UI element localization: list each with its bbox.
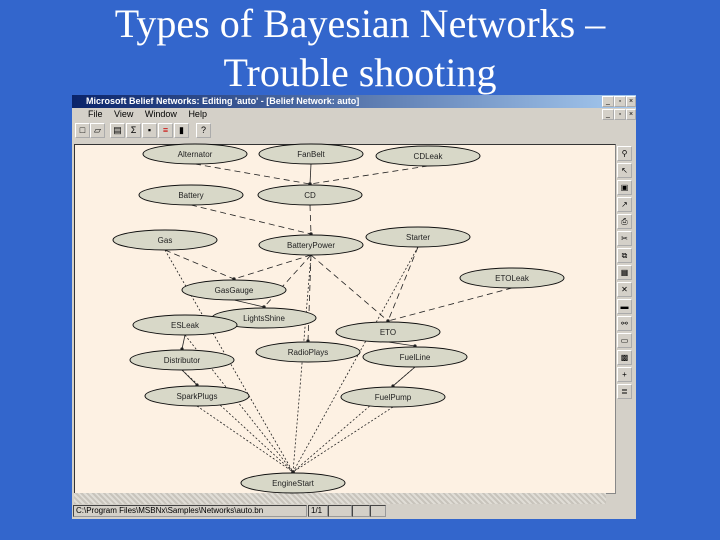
edge-BatteryPower-EngineStart — [292, 254, 312, 473]
node-EngineStart[interactable]: EngineStart — [240, 472, 346, 494]
edge-Distributor-SparkPlugs — [181, 369, 198, 386]
node-label: GasGauge — [215, 286, 254, 295]
edge-BatteryPower-LightsShine — [263, 254, 312, 308]
node-ETO[interactable]: ETO — [335, 321, 441, 343]
edge-SparkPlugs-EngineStart — [196, 405, 294, 473]
edge-FuelPump-EngineStart — [292, 406, 394, 473]
node-Distributor[interactable]: Distributor — [129, 349, 235, 371]
node-label: Battery — [178, 191, 203, 200]
node-ETOLeak[interactable]: ETOLeak — [459, 267, 565, 289]
node-label: LightsShine — [243, 314, 285, 323]
edge-ETO-FuelLine — [387, 341, 416, 347]
edge-BatteryPower-ETO — [310, 254, 389, 322]
edge-Battery-BatteryPower — [190, 204, 312, 235]
node-FuelLine[interactable]: FuelLine — [362, 346, 468, 368]
node-GasGauge[interactable]: GasGauge — [181, 279, 287, 301]
node-label: Alternator — [178, 150, 213, 159]
node-label: Distributor — [164, 356, 201, 365]
edge-Alternator-CD — [194, 163, 311, 185]
node-CDLeak[interactable]: CDLeak — [375, 145, 481, 167]
node-label: SparkPlugs — [177, 392, 218, 401]
node-label: ETO — [380, 328, 396, 337]
node-label: Gas — [158, 236, 173, 245]
node-ESLeak[interactable]: ESLeak — [132, 314, 238, 336]
edge-FanBelt-CD — [309, 163, 312, 185]
edge-Starter-ETO — [387, 246, 419, 322]
node-label: EngineStart — [272, 479, 315, 488]
node-label: Starter — [406, 233, 430, 242]
edge-ETOLeak-ETO — [387, 287, 513, 322]
node-FuelPump[interactable]: FuelPump — [340, 386, 446, 408]
node-Alternator[interactable]: Alternator — [142, 143, 248, 165]
edge-BatteryPower-RadioPlays — [307, 254, 312, 342]
node-Gas[interactable]: Gas — [112, 229, 218, 251]
node-label: FuelLine — [400, 353, 431, 362]
node-Starter[interactable]: Starter — [365, 226, 471, 248]
node-label: ETOLeak — [495, 274, 530, 283]
node-BatteryPower[interactable]: BatteryPower — [258, 234, 364, 256]
edge-CD-BatteryPower — [309, 204, 312, 235]
edge-FuelLine-EngineStart — [292, 366, 416, 473]
node-RadioPlays[interactable]: RadioPlays — [255, 341, 361, 363]
node-CD[interactable]: CD — [257, 184, 363, 206]
node-label: RadioPlays — [288, 348, 328, 357]
node-label: FanBelt — [297, 150, 325, 159]
edge-GasGauge-LightsShine — [233, 299, 265, 308]
node-label: ESLeak — [171, 321, 200, 330]
edge-Gas-GasGauge — [164, 249, 235, 280]
node-label: BatteryPower — [287, 241, 335, 250]
node-SparkPlugs[interactable]: SparkPlugs — [144, 385, 250, 407]
node-label: CDLeak — [414, 152, 444, 161]
node-label: FuelPump — [375, 393, 412, 402]
node-Battery[interactable]: Battery — [138, 184, 244, 206]
network-graph: Alternator FanBelt CDLeak Battery CD Gas Batte… — [112, 143, 565, 494]
edge-ESLeak-Distributor — [181, 334, 186, 350]
node-label: CD — [304, 191, 316, 200]
edge-CDLeak-CD — [309, 165, 429, 185]
edge-BatteryPower-GasGauge — [233, 254, 312, 280]
edge-Distributor-EngineStart — [181, 369, 294, 473]
node-FanBelt[interactable]: FanBelt — [258, 143, 364, 165]
